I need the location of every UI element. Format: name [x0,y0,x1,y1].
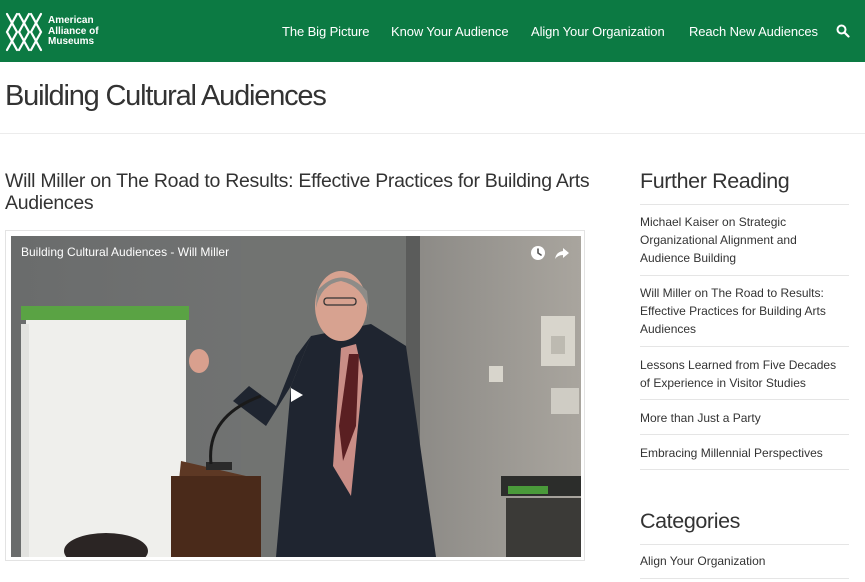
link-divider [640,275,849,276]
nav-know-your-audience[interactable]: Know Your Audience [391,24,509,39]
aam-logo-mark-icon [5,12,43,52]
video-player[interactable]: Building Cultural Audiences - Will Mille… [11,236,581,557]
post-title: Will Miller on The Road to Results: Effe… [5,170,590,214]
nav-the-big-picture[interactable]: The Big Picture [282,24,369,39]
share-icon[interactable] [554,245,570,261]
nav-reach-new-audiences[interactable]: Reach New Audiences [689,24,818,39]
video-embed: Building Cultural Audiences - Will Mille… [5,230,585,561]
further-reading-divider [640,204,849,205]
link-divider [640,469,849,470]
top-navbar: American Alliance of Museums The Big Pic… [0,0,865,62]
video-title: Building Cultural Audiences - Will Mille… [21,245,230,259]
category-link-align-your-organization[interactable]: Align Your Organization [640,552,845,570]
link-divider [640,434,849,435]
reading-link-will-miller[interactable]: Will Miller on The Road to Results: Effe… [640,284,845,338]
categories-heading: Categories [640,509,740,533]
nav-align-your-organization[interactable]: Align Your Organization [531,24,665,39]
play-icon[interactable] [281,380,311,410]
reading-link-millennial[interactable]: Embracing Millennial Perspectives [640,444,845,462]
categories-divider [640,544,849,545]
further-reading-heading: Further Reading [640,169,790,193]
logo-line-1: American [48,15,94,26]
reading-link-more-than-party[interactable]: More than Just a Party [640,409,845,427]
clock-icon[interactable] [530,245,546,261]
reading-link-michael-kaiser[interactable]: Michael Kaiser on Strategic Organization… [640,213,845,267]
search-icon[interactable] [836,24,850,38]
aam-logo[interactable]: American Alliance of Museums [5,10,105,54]
logo-text: American Alliance of Museums [48,15,118,48]
link-divider [640,578,849,579]
reading-link-visitor-studies[interactable]: Lessons Learned from Five Decades of Exp… [640,356,845,392]
link-divider [640,346,849,347]
logo-line-3: Museums [48,36,95,47]
link-divider [640,399,849,400]
page-title: Building Cultural Audiences [5,80,327,112]
title-divider [0,133,865,134]
